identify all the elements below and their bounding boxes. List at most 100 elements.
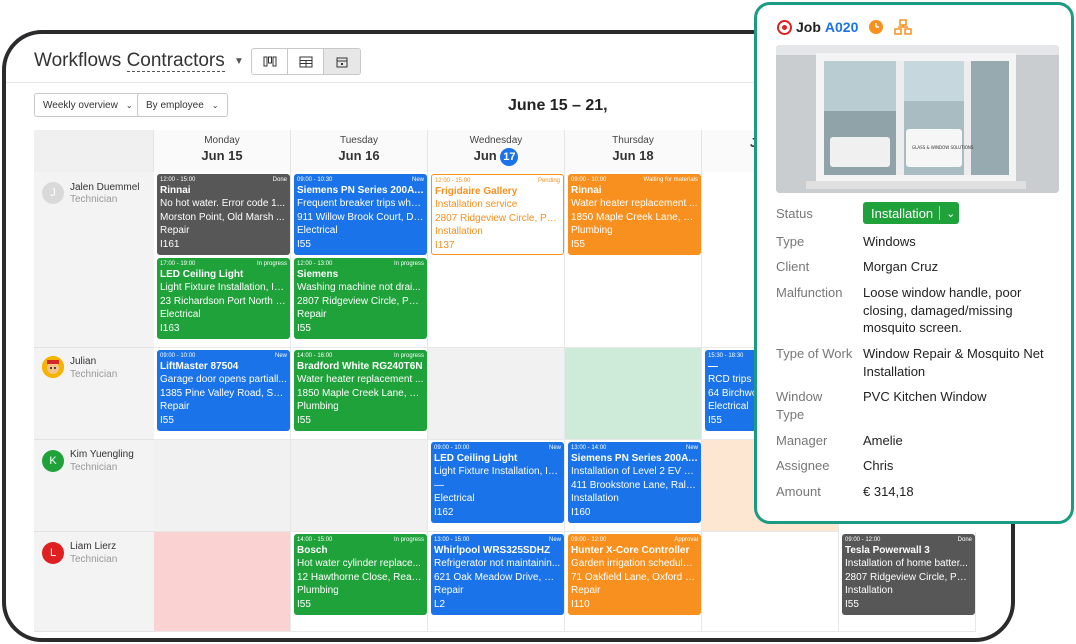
- table-icon: [299, 56, 312, 67]
- field-label: Window Type: [776, 389, 823, 422]
- field-label: Type of Work: [776, 346, 853, 361]
- status-badge: Done: [957, 537, 972, 543]
- job-code: I55: [297, 238, 311, 250]
- job-card[interactable]: 09:00 - 10:30 New Siemens PN Series 200A …: [294, 174, 427, 255]
- job-card[interactable]: 09:00 - 12:00 Done Tesla Powerwall 3 Inst…: [842, 534, 975, 615]
- calendar-cell[interactable]: [154, 440, 291, 532]
- job-description: Hot water cylinder replace...: [297, 558, 421, 569]
- day-date: Jun 18: [612, 148, 654, 163]
- employee-row-liam[interactable]: L Liam Lierz Technician: [34, 532, 154, 632]
- employee-row-jalen[interactable]: J Jalen Duemmel Technician: [34, 172, 154, 348]
- job-address: 71 Oakfield Lane, Oxford O...: [571, 571, 698, 583]
- job-card[interactable]: 09:00 - 10:00 New LED Ceiling Light Light…: [431, 442, 564, 523]
- job-code: I55: [297, 414, 311, 426]
- job-code: L2: [434, 598, 446, 610]
- job-code: I137: [435, 239, 455, 251]
- job-time: 12:00 - 15:00: [435, 178, 471, 184]
- job-title: Siemens PN Series 200A L...: [297, 185, 424, 196]
- job-time: 14:00 - 15:00: [297, 537, 333, 543]
- calendar-cell[interactable]: [428, 348, 565, 440]
- status-badge: New: [274, 353, 287, 359]
- job-time: 09:00 - 10:00: [160, 353, 196, 359]
- job-card[interactable]: 17:00 - 19:00 In progress LED Ceiling Lig…: [157, 258, 290, 339]
- employee-role: Technician: [70, 462, 118, 473]
- field-value: Chris: [863, 458, 894, 473]
- field-label: Amount: [776, 484, 821, 499]
- calendar-view-button[interactable]: [324, 49, 360, 74]
- job-description: Installation of home batter...: [845, 558, 968, 569]
- field-value: € 314,18: [863, 484, 914, 499]
- job-card[interactable]: 12:00 - 15:00 Pending Frigidaire Gallery …: [431, 174, 564, 255]
- chevron-down-icon[interactable]: ▼: [234, 56, 244, 67]
- status-badge: Done: [272, 177, 287, 183]
- hierarchy-icon[interactable]: [894, 19, 913, 35]
- job-label: Job: [796, 19, 821, 35]
- job-description: Installation service: [435, 199, 518, 210]
- job-description: Light Fixture Installation, In...: [434, 466, 561, 477]
- job-address: 1385 Pine Valley Road, Sacr...: [160, 387, 287, 399]
- job-code: I55: [297, 598, 311, 610]
- job-card[interactable]: 14:00 - 15:00 In progress Bosch Hot water…: [294, 534, 427, 615]
- status-badge: In progress: [393, 537, 424, 543]
- field-value: PVC Kitchen Window: [863, 389, 987, 404]
- employee-name: Liam Lierz: [70, 541, 117, 552]
- job-category: Plumbing: [297, 401, 339, 412]
- overview-dropdown[interactable]: Weekly overview ⌄: [34, 93, 142, 117]
- job-category: Plumbing: [571, 225, 613, 236]
- field-value: Windows: [863, 234, 916, 249]
- job-card[interactable]: 09:00 - 10:00 New LiftMaster 87504 Garage…: [157, 350, 290, 431]
- job-card[interactable]: 12:00 - 15:00 Done Rinnai No hot water. E…: [157, 174, 290, 255]
- page-title[interactable]: Workflows Contractors: [34, 50, 225, 72]
- kanban-view-button[interactable]: [252, 49, 288, 74]
- job-card[interactable]: 12:00 - 13:00 In progress Siemens Washing…: [294, 258, 427, 339]
- job-title: Rinnai: [160, 185, 191, 196]
- job-title: LiftMaster 87504: [160, 361, 239, 372]
- job-time: 09:00 - 10:00: [571, 177, 607, 183]
- employee-row-kim[interactable]: K Kim Yuengling Technician: [34, 440, 154, 532]
- employee-name: Jalen Duemmel: [70, 182, 140, 193]
- job-time: 13:00 - 15:00: [434, 537, 470, 543]
- workflow-selector[interactable]: Contractors: [126, 50, 225, 72]
- avatar: K: [42, 450, 64, 472]
- calendar-cell[interactable]: [154, 532, 291, 632]
- van-logo-text: GLASS & WINDOW SOLUTIONS: [912, 145, 974, 150]
- job-id-link[interactable]: A020: [825, 19, 858, 35]
- day-header-thursday: Thursday Jun 18: [565, 130, 702, 172]
- job-address: 1850 Maple Creek Lane, Ch...: [571, 211, 698, 223]
- job-card[interactable]: 14:00 - 16:00 In progress Bradford White …: [294, 350, 427, 431]
- table-view-button[interactable]: [288, 49, 324, 74]
- calendar-cell[interactable]: [565, 348, 702, 440]
- job-detail-panel: Job A020 GLASS & WINDOW SOLUTIONS Status…: [754, 2, 1074, 524]
- group-dropdown[interactable]: By employee ⌄: [137, 93, 228, 117]
- calendar-cell[interactable]: [291, 440, 428, 532]
- employee-row-julian[interactable]: Julian Technician: [34, 348, 154, 440]
- job-address: —: [434, 479, 444, 491]
- status-badge: In progress: [393, 353, 424, 359]
- status-badge: In progress: [256, 261, 287, 267]
- week-range: June 15 – 21,: [508, 97, 608, 114]
- status-badge: Waiting for materials: [643, 177, 698, 183]
- job-category: Repair: [297, 309, 327, 320]
- employee-role: Technician: [70, 554, 118, 565]
- day-header-monday: Monday Jun 15: [154, 130, 291, 172]
- job-card[interactable]: 13:00 - 15:00 New Whirlpool WRS325SDHZ Re…: [431, 534, 564, 615]
- calendar-cell[interactable]: [702, 532, 839, 632]
- job-photo: GLASS & WINDOW SOLUTIONS: [776, 45, 1059, 193]
- field-label: Assignee: [776, 458, 830, 473]
- job-time: 09:00 - 12:00: [571, 537, 607, 543]
- clock-icon[interactable]: [868, 19, 884, 35]
- job-address: 2807 Ridgeview Circle, Pho...: [845, 571, 972, 583]
- status-dropdown[interactable]: Installation ⌄: [863, 202, 960, 224]
- job-code: I160: [571, 506, 591, 518]
- job-time: 09:00 - 12:00: [845, 537, 881, 543]
- field-value: Loose window handle, poor closing, damag…: [863, 285, 1022, 335]
- field-value: Morgan Cruz: [863, 259, 939, 274]
- job-code: I110: [571, 598, 590, 610]
- job-card[interactable]: 09:00 - 10:00 Waiting for materials Rinna…: [568, 174, 701, 255]
- job-title: LED Ceiling Light: [434, 453, 518, 464]
- job-card[interactable]: 13:00 - 14:00 New Siemens PN Series 200A …: [568, 442, 701, 523]
- job-category: Electrical: [434, 493, 475, 504]
- status-badge: In progress: [393, 261, 424, 267]
- job-card[interactable]: 09:00 - 12:00 Approval Hunter X-Core Cont…: [568, 534, 701, 615]
- job-code: I55: [571, 238, 585, 250]
